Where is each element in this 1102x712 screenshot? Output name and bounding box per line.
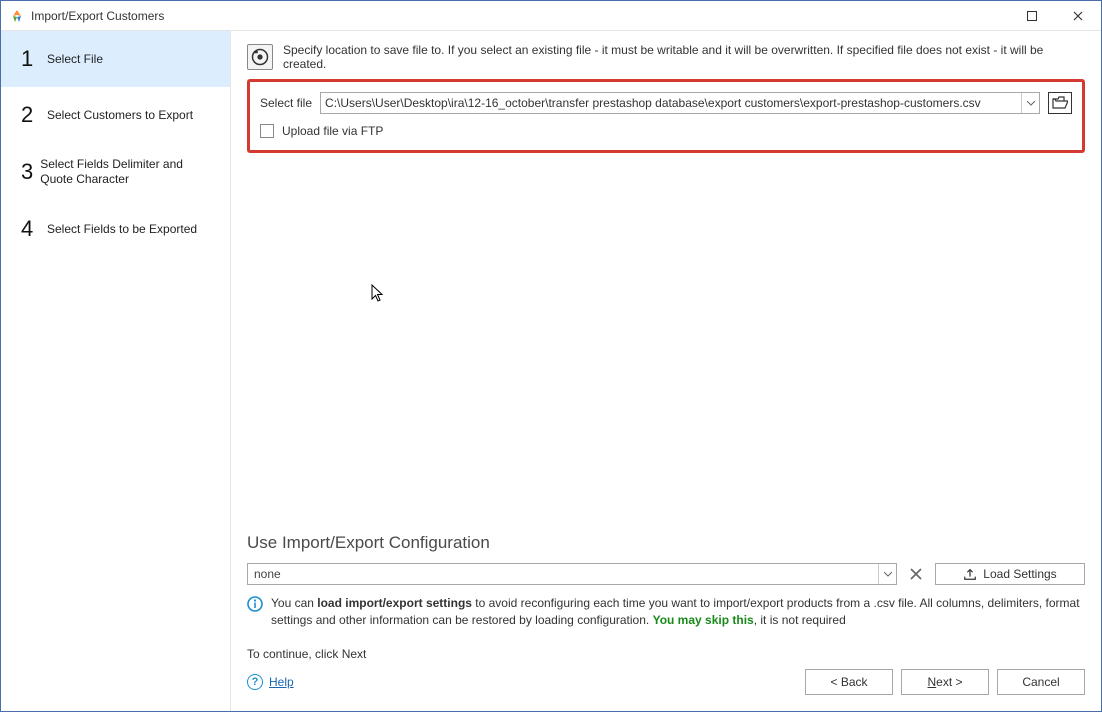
next-button[interactable]: Next > xyxy=(901,669,989,695)
config-info: You can load import/export settings to a… xyxy=(247,595,1085,629)
browse-file-button[interactable] xyxy=(1048,92,1072,114)
help-link[interactable]: ? Help xyxy=(247,674,294,690)
load-settings-label: Load Settings xyxy=(983,567,1056,581)
file-path-combo[interactable] xyxy=(320,92,1040,114)
step-select-delimiter[interactable]: 3 Select Fields Delimiter and Quote Char… xyxy=(1,143,230,201)
close-button[interactable] xyxy=(1055,1,1101,31)
step-number: 4 xyxy=(21,216,47,242)
step-label: Select Customers to Export xyxy=(47,108,193,123)
chevron-down-icon xyxy=(884,572,892,577)
app-icon xyxy=(9,8,25,24)
upload-icon xyxy=(963,567,977,581)
folder-open-icon xyxy=(1052,96,1068,110)
load-settings-button[interactable]: Load Settings xyxy=(935,563,1085,585)
config-dropdown[interactable] xyxy=(878,564,896,584)
step-number: 3 xyxy=(21,159,40,185)
config-select[interactable]: none xyxy=(247,563,897,585)
continue-hint: To continue, click Next xyxy=(231,629,1101,661)
config-selected-value: none xyxy=(248,567,878,581)
maximize-icon xyxy=(1027,11,1037,21)
save-location-icon xyxy=(247,44,273,70)
help-label: Help xyxy=(269,675,294,689)
instruction-text: Specify location to save file to. If you… xyxy=(283,43,1085,71)
back-button[interactable]: < Back xyxy=(805,669,893,695)
wizard-window: Import/Export Customers 1 Select File 2 … xyxy=(0,0,1102,712)
wizard-steps-sidebar: 1 Select File 2 Select Customers to Expo… xyxy=(1,31,231,711)
file-selection-highlight: Select file xyxy=(247,79,1085,153)
clear-config-button[interactable] xyxy=(905,563,927,585)
file-path-input[interactable] xyxy=(321,93,1021,113)
wizard-main-panel: Specify location to save file to. If you… xyxy=(231,31,1101,711)
select-file-label: Select file xyxy=(260,96,312,110)
maximize-button[interactable] xyxy=(1009,1,1055,31)
instruction-row: Specify location to save file to. If you… xyxy=(247,43,1085,71)
window-title: Import/Export Customers xyxy=(31,9,1009,23)
file-path-dropdown[interactable] xyxy=(1021,93,1039,113)
step-label: Select File xyxy=(47,52,103,67)
wizard-body: 1 Select File 2 Select Customers to Expo… xyxy=(1,31,1101,711)
step-label: Select Fields to be Exported xyxy=(47,222,197,237)
close-icon xyxy=(1073,11,1083,21)
config-heading: Use Import/Export Configuration xyxy=(247,533,1085,553)
cancel-button[interactable]: Cancel xyxy=(997,669,1085,695)
step-select-customers[interactable]: 2 Select Customers to Export xyxy=(1,87,230,143)
help-icon: ? xyxy=(247,674,263,690)
chevron-down-icon xyxy=(1027,101,1035,106)
step-select-file[interactable]: 1 Select File xyxy=(1,31,230,87)
upload-ftp-checkbox[interactable] xyxy=(260,124,274,138)
info-icon xyxy=(247,596,263,612)
file-row: Select file xyxy=(260,92,1072,114)
upload-ftp-label: Upload file via FTP xyxy=(282,124,383,138)
config-section: Use Import/Export Configuration none xyxy=(231,533,1101,629)
ftp-row: Upload file via FTP xyxy=(260,124,1072,138)
titlebar: Import/Export Customers xyxy=(1,1,1101,31)
x-icon xyxy=(910,568,922,580)
wizard-footer: ? Help < Back Next > Cancel xyxy=(231,661,1101,711)
step-number: 2 xyxy=(21,102,47,128)
step-select-fields[interactable]: 4 Select Fields to be Exported xyxy=(1,201,230,257)
step-label: Select Fields Delimiter and Quote Charac… xyxy=(40,157,214,187)
config-info-text: You can load import/export settings to a… xyxy=(271,595,1085,629)
step-number: 1 xyxy=(21,46,47,72)
